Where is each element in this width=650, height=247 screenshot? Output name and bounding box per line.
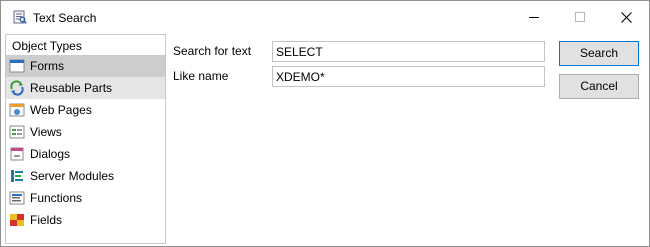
list-item-label: Functions xyxy=(30,191,83,205)
minimize-button[interactable] xyxy=(511,1,557,33)
window-title: Text Search xyxy=(33,11,97,25)
text-search-dialog: Text Search Object Types Forms Reusable … xyxy=(0,0,650,247)
list-item-web-pages[interactable]: Web Pages xyxy=(6,99,165,121)
fields-icon xyxy=(9,212,25,228)
close-icon xyxy=(621,12,632,23)
search-text-label: Search for text xyxy=(173,44,252,58)
forms-icon xyxy=(9,58,25,74)
server-modules-icon xyxy=(9,168,25,184)
list-item-label: Web Pages xyxy=(30,103,92,117)
list-item-label: Forms xyxy=(30,59,64,73)
list-item-label: Reusable Parts xyxy=(30,81,113,95)
cancel-button[interactable]: Cancel xyxy=(559,74,639,99)
list-item-functions[interactable]: Functions xyxy=(6,187,165,209)
list-item-label: Server Modules xyxy=(30,169,115,183)
functions-icon xyxy=(9,190,25,206)
maximize-icon xyxy=(575,12,585,22)
text-search-app-icon xyxy=(13,10,27,24)
search-button[interactable]: Search xyxy=(559,41,639,66)
object-types-header: Object Types xyxy=(12,39,82,53)
views-icon xyxy=(9,124,25,140)
reusable-parts-icon xyxy=(9,80,25,96)
object-types-list[interactable]: Object Types Forms Reusable Parts Web Pa… xyxy=(5,34,166,244)
search-text-input[interactable] xyxy=(272,41,545,62)
like-name-input[interactable] xyxy=(272,66,545,87)
list-item-forms[interactable]: Forms xyxy=(6,55,165,77)
list-item-label: Fields xyxy=(30,213,63,227)
title-bar[interactable]: Text Search xyxy=(1,1,649,33)
list-item-server-modules[interactable]: Server Modules xyxy=(6,165,165,187)
close-button[interactable] xyxy=(603,1,649,33)
maximize-button[interactable] xyxy=(557,1,603,33)
list-item-reusable-parts[interactable]: Reusable Parts xyxy=(6,77,165,99)
list-item-label: Dialogs xyxy=(30,147,71,161)
dialogs-icon xyxy=(9,146,25,162)
like-name-label: Like name xyxy=(173,69,229,83)
minimize-icon xyxy=(529,17,539,18)
list-item-label: Views xyxy=(30,125,62,139)
list-item-views[interactable]: Views xyxy=(6,121,165,143)
list-item-fields[interactable]: Fields xyxy=(6,209,165,231)
web-pages-icon xyxy=(9,102,25,118)
list-item-dialogs[interactable]: Dialogs xyxy=(6,143,165,165)
